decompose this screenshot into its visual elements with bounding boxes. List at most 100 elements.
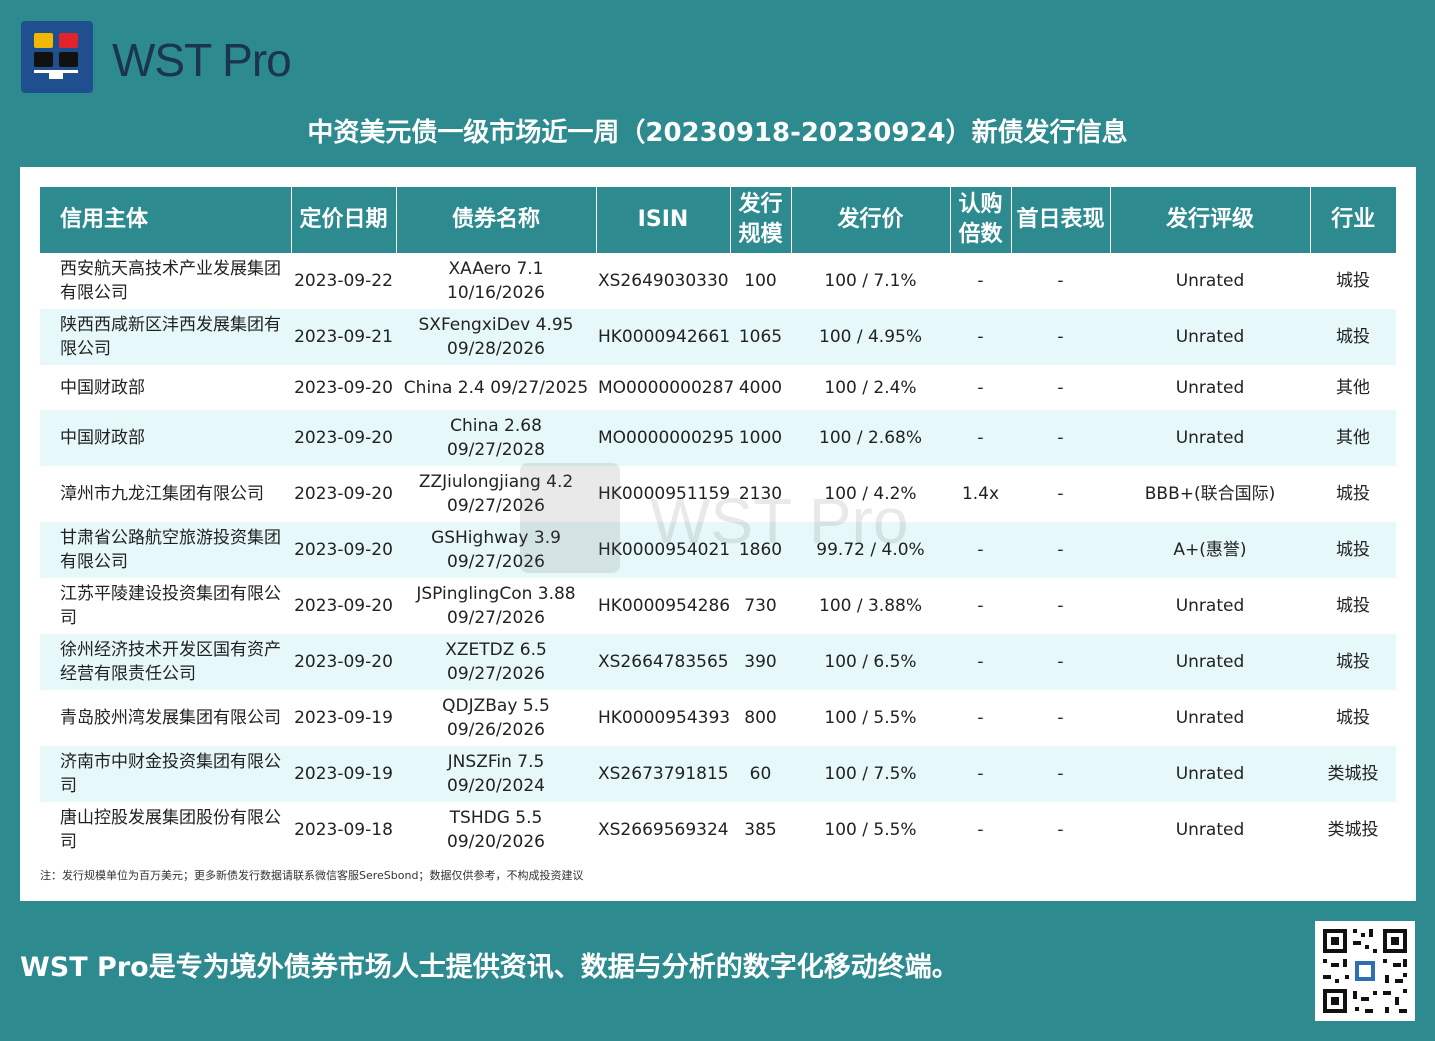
cell-first-day: - <box>1011 410 1110 466</box>
table-row: 漳州市九龙江集团有限公司 2023-09-20 ZZJiulongjiang 4.2… <box>40 466 1396 522</box>
header-issue-size: 发行 规模 <box>730 187 792 253</box>
cell-issuer: 江苏平陵建设投资集团有限公司 <box>60 584 281 628</box>
cell-issue-price: 100 / 5.5% <box>824 820 917 840</box>
cell-rating: Unrated <box>1110 634 1310 690</box>
cell-industry: 城投 <box>1310 634 1396 690</box>
header-first-day: 首日表现 <box>1011 187 1111 253</box>
cell-issue-size: 100 <box>744 271 777 291</box>
header-bond-name: 债券名称 <box>396 187 597 253</box>
header-isin: ISIN <box>596 187 731 253</box>
cell-subscription: - <box>950 634 1011 690</box>
cell-first-day: - <box>1011 309 1110 365</box>
cell-bond-name: China 2.68 09/27/2028 <box>396 410 596 466</box>
cell-isin: MO0000000295 <box>596 410 734 466</box>
cell-first-day: - <box>1057 271 1064 291</box>
tagline: WST Pro是专为境外债券市场人士提供资讯、数据与分析的数字化移动终端。 <box>20 952 959 983</box>
cell-issue-size: 390 <box>730 634 791 690</box>
cell-pricing-date: 2023-09-20 <box>291 634 396 690</box>
brand-name: WST Pro <box>112 34 292 86</box>
cell-rating: Unrated <box>1110 410 1310 466</box>
cell-first-day: - <box>1011 746 1110 802</box>
cell-subscription: - <box>950 410 1011 466</box>
header-pricing-date: 定价日期 <box>291 187 397 253</box>
cell-bond-name: ZZJiulongjiang 4.2 09/27/2026 <box>418 472 574 516</box>
cell-industry: 类城投 <box>1310 746 1396 802</box>
cell-pricing-date: 2023-09-18 <box>294 820 393 840</box>
cell-industry: 城投 <box>1336 596 1370 616</box>
cell-first-day: - <box>1057 820 1064 840</box>
table-header-row: 信用主体 定价日期 债券名称 ISIN 发行 规模 发行价 认购 倍数 首日表现 发行评级 行业 <box>40 187 1396 253</box>
cell-issue-price: 100 / 2.4% <box>824 377 917 398</box>
cell-issue-price: 100 / 4.95% <box>791 309 950 365</box>
cell-issue-size: 60 <box>730 746 791 802</box>
table-row: 青岛胶州湾发展集团有限公司 2023-09-19 QDJZBay 5.5 09/26… <box>40 690 1396 746</box>
logo-square-black-right <box>59 52 78 67</box>
table-row: 中国财政部 2023-09-20 China 2.4 09/27/2025 MO000… <box>40 365 1396 410</box>
cell-pricing-date: 2023-09-22 <box>294 271 393 291</box>
cell-industry: 城投 <box>1336 484 1370 504</box>
cell-bond-name: XAAero 7.1 10/16/2026 <box>447 259 545 303</box>
cell-pricing-date: 2023-09-20 <box>294 377 393 398</box>
cell-subscription: - <box>977 596 984 616</box>
cell-isin: XS2649030330 <box>598 271 729 291</box>
cell-industry: 城投 <box>1310 522 1396 578</box>
footnote: 注：发行规模单位为百万美元；更多新债发行数据请联系微信客服SereSbond；数… <box>40 869 584 882</box>
cell-subscription: - <box>977 708 984 728</box>
logo-square-red <box>59 33 78 48</box>
cell-rating: Unrated <box>1175 708 1245 728</box>
cell-bond-name: TSHDG 5.5 09/20/2026 <box>447 808 545 852</box>
cell-subscription: - <box>950 746 1011 802</box>
table-panel: 信用主体 定价日期 债券名称 ISIN 发行 规模 发行价 认购 倍数 首日表现 发行评级 行业 … <box>20 167 1416 901</box>
table-row: 江苏平陵建设投资集团有限公司 2023-09-20 JSPinglingCon 3.… <box>40 578 1396 634</box>
cell-issue-price: 100 / 7.5% <box>791 746 950 802</box>
header-issuer: 信用主体 <box>40 187 292 253</box>
cell-issue-price: 100 / 4.2% <box>824 484 917 504</box>
cell-issue-price: 100 / 2.68% <box>791 410 950 466</box>
table-row: 西安航天高技术产业发展集团有限公司 2023-09-22 XAAero 7.1 10… <box>40 253 1396 309</box>
cell-first-day: - <box>1057 377 1064 398</box>
cell-issue-size: 1000 <box>730 410 791 466</box>
cell-rating: BBB+(联合国际) <box>1144 484 1276 504</box>
cell-issue-size: 730 <box>744 596 777 616</box>
cell-issue-size: 2130 <box>738 484 783 504</box>
cell-issue-price: 99.72 / 4.0% <box>791 522 950 578</box>
cell-bond-name: JSPinglingCon 3.88 09/27/2026 <box>416 584 576 628</box>
cell-issuer: 漳州市九龙江集团有限公司 <box>60 484 264 504</box>
cell-industry: 类城投 <box>1327 820 1379 840</box>
cell-issue-price: 100 / 6.5% <box>791 634 950 690</box>
cell-issuer: 青岛胶州湾发展集团有限公司 <box>60 708 281 728</box>
logo-square-yellow <box>34 33 53 48</box>
cell-bond-name: GSHighway 3.9 09/27/2026 <box>396 522 596 578</box>
cell-issue-price: 100 / 3.88% <box>819 596 922 616</box>
cell-first-day: - <box>1057 596 1064 616</box>
cell-bond-name: QDJZBay 5.5 09/26/2026 <box>442 696 550 740</box>
page-title: 中资美元债一级市场近一周（20230918-20230924）新债发行信息 <box>307 118 1128 148</box>
bond-issuance-table: 信用主体 定价日期 债券名称 ISIN 发行 规模 发行价 认购 倍数 首日表现 发行评级 行业 … <box>40 187 1396 858</box>
cell-pricing-date: 2023-09-20 <box>294 596 393 616</box>
cell-isin: XS2669569324 <box>598 820 729 840</box>
cell-issuer: 甘肃省公路航空旅游投资集团有限公司 <box>40 522 291 578</box>
cell-issue-price: 100 / 7.1% <box>824 271 917 291</box>
cell-pricing-date: 2023-09-20 <box>291 410 396 466</box>
cell-bond-name: SXFengxiDev 4.95 09/28/2026 <box>396 309 596 365</box>
cell-rating: Unrated <box>1110 309 1310 365</box>
cell-first-day: - <box>1057 484 1064 504</box>
cell-pricing-date: 2023-09-19 <box>294 708 393 728</box>
cell-rating: Unrated <box>1175 377 1245 398</box>
cell-isin: HK0000942661 <box>596 309 730 365</box>
cell-isin: XS2664783565 <box>596 634 730 690</box>
cell-isin: XS2673791815 <box>596 746 730 802</box>
cell-subscription: - <box>950 309 1011 365</box>
cell-issuer: 唐山控股发展集团股份有限公司 <box>60 808 281 852</box>
cell-isin: HK0000954021 <box>596 522 730 578</box>
cell-issuer: 徐州经济技术开发区国有资产经营有限责任公司 <box>40 634 291 690</box>
cell-subscription: 1.4x <box>961 484 1000 504</box>
header-subscription: 认购 倍数 <box>950 187 1012 253</box>
brand-logo <box>21 21 93 93</box>
table-row: 甘肃省公路航空旅游投资集团有限公司 2023-09-20 GSHighway 3.9… <box>40 522 1396 578</box>
cell-industry: 城投 <box>1336 271 1370 291</box>
header-rating: 发行评级 <box>1110 187 1311 253</box>
cell-isin: HK0000954393 <box>598 708 731 728</box>
cell-issue-size: 800 <box>744 708 777 728</box>
cell-issue-price: 100 / 5.5% <box>824 708 917 728</box>
